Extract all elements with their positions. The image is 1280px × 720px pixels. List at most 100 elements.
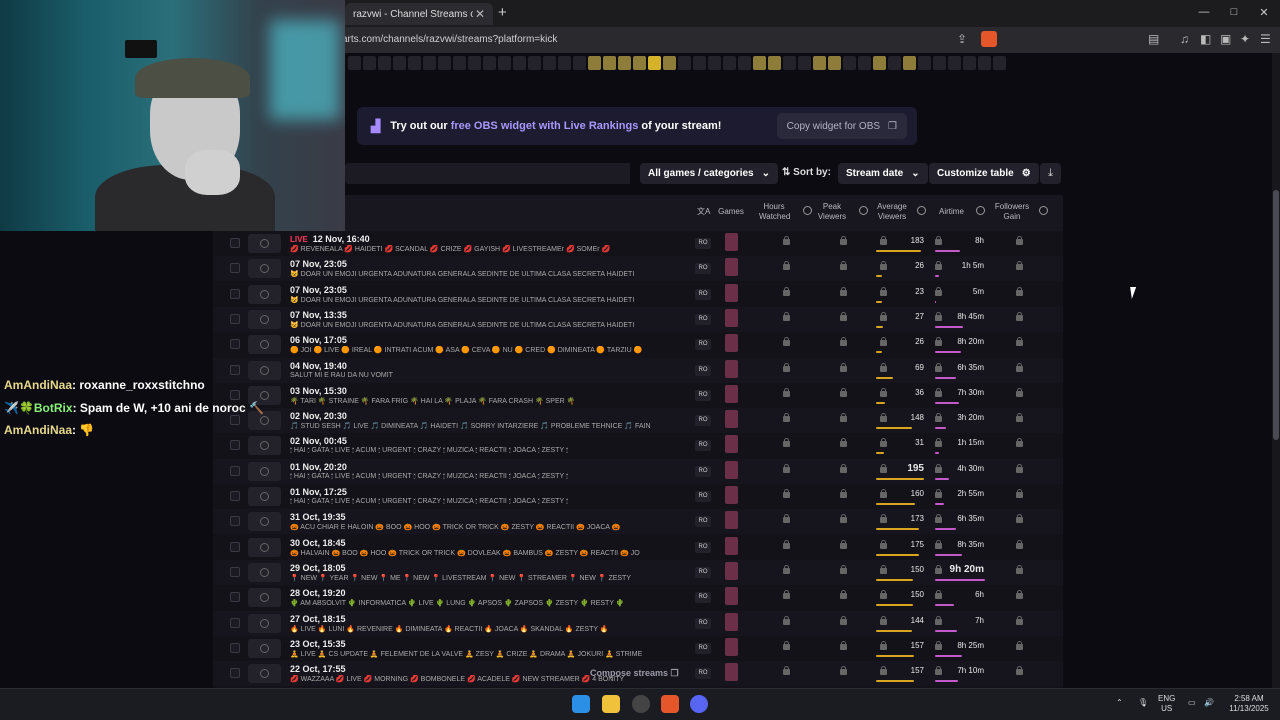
tray-chevron-icon[interactable]: ⌃ [1116, 698, 1123, 708]
stream-date[interactable]: 31 Oct, 19:35 [290, 512, 346, 522]
info-icon[interactable] [1036, 206, 1048, 216]
info-icon[interactable] [914, 206, 926, 216]
game-cover-icon[interactable] [725, 536, 738, 555]
row-checkbox[interactable] [230, 288, 240, 299]
game-cover-icon[interactable] [725, 233, 738, 251]
share-icon[interactable]: ⇪ [957, 32, 967, 46]
game-cover-icon[interactable] [725, 460, 738, 479]
reader-icon[interactable]: ▤ [1148, 32, 1159, 46]
game-cover-icon[interactable] [725, 511, 738, 530]
browser-tab[interactable]: razvwi - Channel Streams on Kick ✕ [345, 3, 493, 25]
game-cover-icon[interactable] [725, 258, 738, 277]
file-explorer-icon[interactable] [602, 695, 620, 713]
games-filter-dropdown[interactable]: All games / categories ⌄ [640, 163, 778, 184]
search-input[interactable] [345, 163, 630, 184]
header-games[interactable]: Games [716, 207, 746, 217]
minimize-button[interactable]: — [1194, 6, 1214, 18]
stream-date[interactable]: 07 Nov, 23:05 [290, 285, 347, 295]
row-checkbox[interactable] [230, 592, 240, 603]
microphone-icon[interactable]: 🎙 [1138, 698, 1148, 708]
game-cover-icon[interactable] [725, 663, 738, 682]
table-row[interactable]: 07 Nov, 23:05 😺 DOAR UN EMOJI URGENTA ADU… [213, 256, 1063, 282]
table-row[interactable]: 04 Nov, 19:40 SALUT MI E RAU DA NU VOMIT R… [213, 357, 1063, 383]
row-checkbox[interactable] [230, 238, 240, 248]
stream-date[interactable]: 01 Nov, 17:25 [290, 487, 347, 497]
stream-date[interactable]: 03 Nov, 15:30 [290, 386, 347, 396]
table-row[interactable]: 07 Nov, 23:05 😺 DOAR UN EMOJI URGENTA ADU… [213, 282, 1063, 307]
row-checkbox[interactable] [230, 263, 240, 274]
game-cover-icon[interactable] [725, 561, 738, 580]
table-row[interactable]: 02 Nov, 20:30 🎵 STUD SESH 🎵 LIVE 🎵 DIMINE… [213, 408, 1063, 434]
stream-date[interactable]: 02 Nov, 00:45 [290, 436, 347, 446]
table-row[interactable]: 27 Oct, 18:15 🔥 LIVE 🔥 LUNI 🔥 REVENIRE 🔥 … [213, 610, 1063, 636]
game-cover-icon[interactable] [725, 283, 738, 302]
stream-date[interactable]: 07 Nov, 23:05 [290, 259, 347, 269]
sort-dropdown[interactable]: Stream date ⌄ [838, 163, 928, 184]
start-icon[interactable] [572, 695, 590, 713]
customize-table-button[interactable]: Customize table ⚙ [929, 163, 1039, 184]
game-cover-icon[interactable] [725, 435, 738, 454]
stream-date[interactable]: 07 Nov, 13:35 [290, 310, 347, 320]
game-cover-icon[interactable] [725, 612, 738, 631]
language-indicator[interactable]: ENG US [1158, 694, 1175, 714]
stream-date[interactable]: 04 Nov, 19:40 [290, 361, 347, 371]
table-row[interactable]: 07 Nov, 13:35 😺 DOAR UN EMOJI URGENTA ADU… [213, 306, 1063, 332]
clock[interactable]: 2:58 AM 11/13/2025 [1226, 694, 1272, 714]
url-text[interactable]: arts.com/channels/razvwi/streams?platfor… [342, 34, 557, 45]
header-followers-gain[interactable]: Followers Gain [993, 202, 1031, 222]
new-tab-icon[interactable]: + [498, 4, 507, 21]
header-peak-viewers[interactable]: Peak Viewers [817, 202, 847, 222]
download-button[interactable]: ⤓ [1040, 163, 1061, 184]
game-cover-icon[interactable] [725, 637, 738, 656]
info-icon[interactable] [973, 206, 985, 216]
obs-icon[interactable] [632, 695, 650, 713]
game-cover-icon[interactable] [725, 410, 738, 429]
discord-icon[interactable] [690, 695, 708, 713]
row-checkbox[interactable] [230, 642, 240, 653]
scrollbar-thumb[interactable] [1273, 190, 1279, 440]
game-cover-icon[interactable] [725, 334, 738, 353]
stream-date[interactable]: 30 Oct, 18:45 [290, 538, 346, 548]
brave-shields-icon[interactable] [981, 31, 997, 47]
game-cover-icon[interactable] [725, 308, 738, 327]
game-cover-icon[interactable] [725, 587, 738, 606]
game-cover-icon[interactable] [725, 384, 738, 403]
sidebar-icon[interactable]: ◧ [1200, 32, 1211, 46]
row-checkbox[interactable] [230, 491, 240, 501]
row-checkbox[interactable] [230, 541, 240, 552]
table-row[interactable]: 01 Nov, 17:25 🕯 HAI 🕯 GATA 🕯 LIVE 🕯 ACUM … [213, 484, 1063, 509]
row-checkbox[interactable] [230, 339, 240, 350]
header-average-viewers[interactable]: Average Viewers [875, 202, 909, 222]
music-icon[interactable]: ♫ [1180, 32, 1189, 46]
row-checkbox[interactable] [230, 313, 240, 324]
row-checkbox[interactable] [230, 465, 240, 476]
header-airtime[interactable]: Airtime [939, 207, 964, 217]
stream-date[interactable]: 06 Nov, 17:05 [290, 335, 347, 345]
table-row[interactable]: 03 Nov, 15:30 🌴 TARI 🌴 STRAINE 🌴 FARA FRI… [213, 383, 1063, 408]
table-row[interactable]: 30 Oct, 18:45 🎃 HALVAIN 🎃 BOO 🎃 HOO 🎃 TRI… [213, 535, 1063, 560]
stream-date[interactable]: 23 Oct, 15:35 [290, 639, 346, 649]
row-checkbox[interactable] [230, 440, 240, 451]
header-hours-watched[interactable]: Hours Watched [759, 202, 790, 222]
table-row[interactable]: 28 Oct, 19:20 🌵 AM ABSOLVIT 🌵 INFORMATICA… [213, 585, 1063, 610]
volume-icon[interactable]: 🔊 [1204, 698, 1214, 708]
info-icon[interactable] [800, 206, 812, 216]
menu-icon[interactable]: ☰ [1260, 32, 1271, 46]
table-row[interactable]: 29 Oct, 18:05 📍 NEW 📍 YEAR 📍 NEW 📍 ME 📍 N… [213, 559, 1063, 585]
table-row[interactable]: 23 Oct, 15:35 🧘 LIVE 🧘 CS UPDATE 🧘 FELEME… [213, 636, 1063, 661]
stream-date[interactable]: 01 Nov, 20:20 [290, 462, 347, 472]
table-row[interactable]: 06 Nov, 17:05 🟠 JOI 🟠 LIVE 🟠 IREAL 🟠 INTR… [213, 332, 1063, 357]
stream-date[interactable]: 02 Nov, 20:30 [290, 411, 347, 421]
game-cover-icon[interactable] [725, 486, 738, 504]
compose-streams-button[interactable]: Compose streams ❐ [590, 668, 679, 679]
row-checkbox[interactable] [230, 617, 240, 628]
close-window-button[interactable]: ✕ [1254, 6, 1274, 19]
brave-browser-icon[interactable] [661, 695, 679, 713]
row-checkbox[interactable] [230, 516, 240, 527]
obs-widget-link[interactable]: free OBS widget with Live Rankings [451, 120, 639, 132]
stream-date[interactable]: 22 Oct, 17:55 [290, 664, 346, 674]
table-row[interactable]: 02 Nov, 00:45 🕯 HAI 🕯 GATA 🕯 LIVE 🕯 ACUM … [213, 433, 1063, 458]
game-cover-icon[interactable] [725, 359, 738, 378]
table-row[interactable]: LIVE 12 Nov, 16:40 💋 REVENEALA 💋 HAIDETI 💋… [213, 231, 1063, 256]
row-checkbox[interactable] [230, 566, 240, 577]
